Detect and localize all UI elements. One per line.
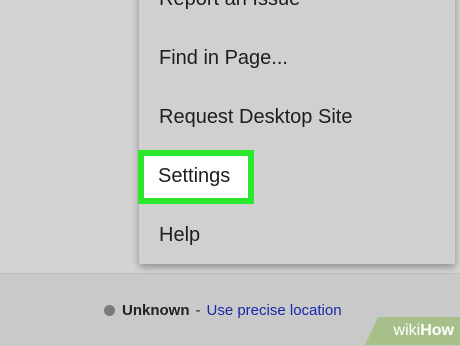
menu-item-request-desktop-site[interactable]: Request Desktop Site (159, 106, 352, 129)
menu-item-report-issue[interactable]: Report an Issue (159, 0, 300, 11)
location-status-text: Unknown (122, 302, 190, 319)
menu-item-find-in-page[interactable]: Find in Page... (159, 47, 288, 70)
menu-item-help[interactable]: Help (159, 224, 200, 247)
watermark-how: How (420, 322, 454, 339)
wikihow-watermark-text: wikiHow (394, 322, 454, 340)
location-dot-icon (104, 305, 115, 316)
location-separator: - (195, 302, 201, 319)
settings-label: Settings (158, 165, 231, 187)
overflow-menu: Report an Issue Find in Page... Request … (139, 0, 455, 264)
location-status: Unknown - Use precise location (104, 302, 342, 319)
menu-item-settings[interactable]: Settings (138, 150, 254, 204)
watermark-wiki: wiki (393, 322, 421, 339)
use-precise-location-link[interactable]: Use precise location (207, 302, 342, 319)
